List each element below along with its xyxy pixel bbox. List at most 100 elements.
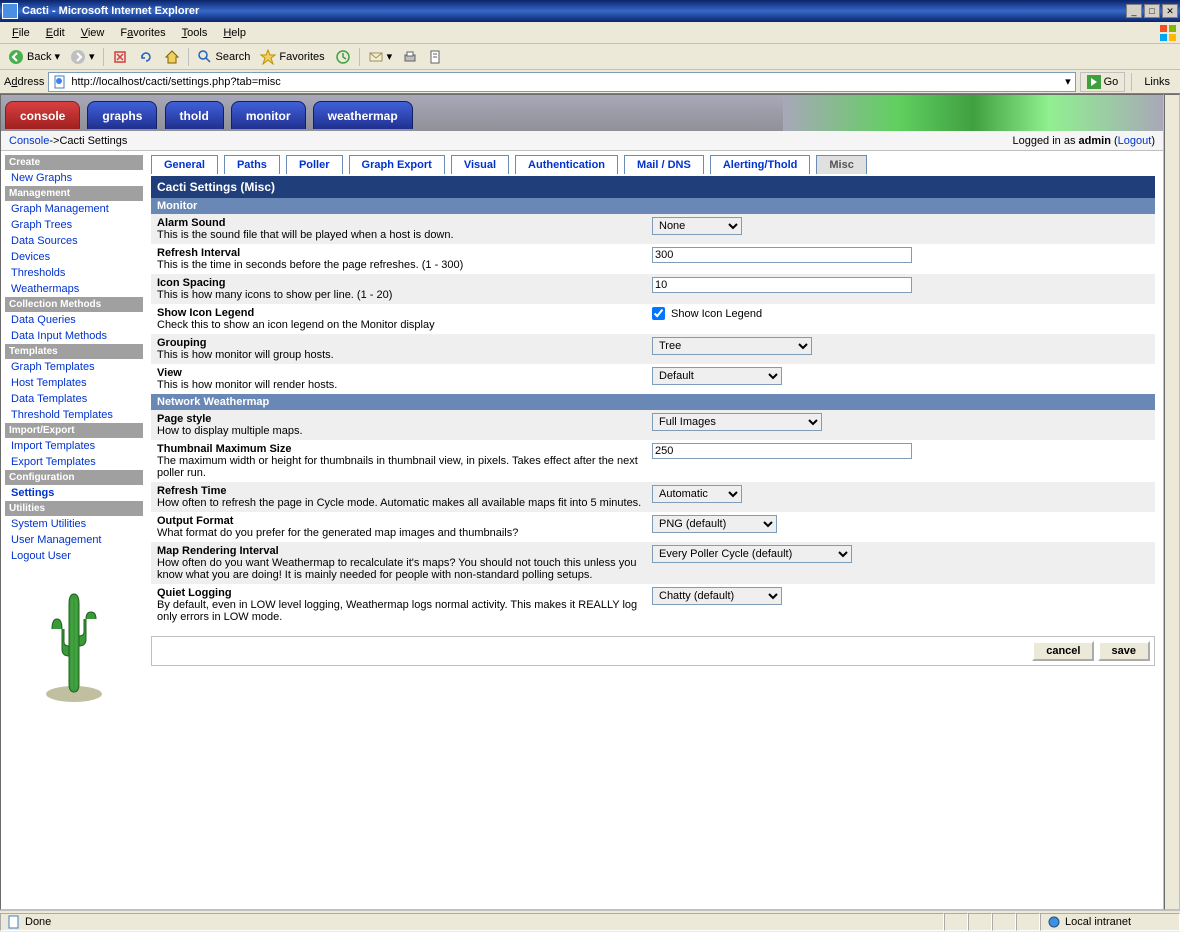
select-input[interactable]: Chatty (default) xyxy=(652,587,782,605)
sidebar-item[interactable]: Graph Trees xyxy=(5,217,143,233)
cancel-button[interactable]: cancel xyxy=(1032,641,1094,661)
setting-control: Full Images xyxy=(652,413,1149,431)
back-button[interactable]: Back ▾ xyxy=(4,47,64,67)
history-button[interactable] xyxy=(331,47,355,67)
go-button[interactable]: Go xyxy=(1080,72,1126,92)
sidebar-item[interactable]: Data Templates xyxy=(5,391,143,407)
text-input[interactable] xyxy=(652,443,912,459)
save-button[interactable]: save xyxy=(1098,641,1150,661)
mail-button[interactable]: ▾ xyxy=(364,47,397,67)
print-button[interactable] xyxy=(398,47,422,67)
menu-help[interactable]: Help xyxy=(215,25,254,41)
sidebar-link[interactable]: Threshold Templates xyxy=(11,409,113,421)
sidebar-item[interactable]: Data Input Methods xyxy=(5,328,143,344)
status-slot xyxy=(968,913,992,931)
minimize-button[interactable]: _ xyxy=(1126,4,1142,18)
setting-label: Show Icon LegendCheck this to show an ic… xyxy=(157,307,652,331)
select-input[interactable]: Every Poller Cycle (default) xyxy=(652,545,852,563)
sidebar-item[interactable]: Graph Management xyxy=(5,201,143,217)
setting-label: Quiet LoggingBy default, even in LOW lev… xyxy=(157,587,652,623)
settings-tab[interactable]: Graph Export xyxy=(349,155,445,174)
search-button[interactable]: Search xyxy=(193,47,255,67)
sidebar-item[interactable]: Logout User xyxy=(5,548,143,564)
sidebar-item[interactable]: User Management xyxy=(5,532,143,548)
tab-console[interactable]: console xyxy=(5,101,80,129)
settings-tab[interactable]: General xyxy=(151,155,218,174)
menu-favorites[interactable]: Favorites xyxy=(112,25,173,41)
settings-tab[interactable]: Poller xyxy=(286,155,343,174)
sidebar-item[interactable]: Data Sources xyxy=(5,233,143,249)
sidebar-link[interactable]: Settings xyxy=(11,487,54,499)
sidebar-link[interactable]: Graph Management xyxy=(11,203,109,215)
sidebar-link[interactable]: Import Templates xyxy=(11,440,95,452)
settings-tab[interactable]: Authentication xyxy=(515,155,618,174)
address-input[interactable]: http://localhost/cacti/settings.php?tab=… xyxy=(48,72,1075,92)
sidebar-link[interactable]: Export Templates xyxy=(11,456,96,468)
favorites-button[interactable]: Favorites xyxy=(256,47,328,67)
sidebar-link[interactable]: Devices xyxy=(11,251,50,263)
sidebar-link[interactable]: Graph Templates xyxy=(11,361,95,373)
checkbox-input[interactable] xyxy=(652,307,665,320)
select-input[interactable]: Default xyxy=(652,367,782,385)
select-input[interactable]: Tree xyxy=(652,337,812,355)
select-input[interactable]: None xyxy=(652,217,742,235)
refresh-button[interactable] xyxy=(134,47,158,67)
sidebar-item[interactable]: Weathermaps xyxy=(5,281,143,297)
sidebar-link[interactable]: System Utilities xyxy=(11,518,86,530)
sidebar-link[interactable]: Weathermaps xyxy=(11,283,79,295)
sidebar-item[interactable]: Host Templates xyxy=(5,375,143,391)
sidebar-link[interactable]: Graph Trees xyxy=(11,219,72,231)
sidebar-item[interactable]: Export Templates xyxy=(5,454,143,470)
cacti-top-tabs: console graphs thold monitor weathermap xyxy=(1,95,1163,131)
settings-tab[interactable]: Misc xyxy=(816,155,866,174)
tab-weathermap[interactable]: weathermap xyxy=(313,101,413,129)
close-button[interactable]: ✕ xyxy=(1162,4,1178,18)
edit-button[interactable] xyxy=(424,47,448,67)
settings-tab[interactable]: Mail / DNS xyxy=(624,155,704,174)
sidebar-link[interactable]: User Management xyxy=(11,534,102,546)
section-header: Monitor xyxy=(151,198,1155,214)
sidebar-link[interactable]: Data Queries xyxy=(11,314,76,326)
vertical-scrollbar[interactable] xyxy=(1164,94,1180,910)
settings-tab[interactable]: Visual xyxy=(451,155,509,174)
sidebar-item[interactable]: Import Templates xyxy=(5,438,143,454)
sidebar-item[interactable]: Settings xyxy=(5,485,143,501)
dropdown-arrow-icon[interactable]: ▾ xyxy=(1065,75,1071,88)
breadcrumb-console-link[interactable]: Console xyxy=(9,135,49,147)
tab-thold[interactable]: thold xyxy=(165,101,224,129)
maximize-button[interactable]: □ xyxy=(1144,4,1160,18)
select-input[interactable]: Full Images xyxy=(652,413,822,431)
menu-view[interactable]: View xyxy=(73,25,113,41)
stop-button[interactable] xyxy=(108,47,132,67)
sidebar-item[interactable]: Graph Templates xyxy=(5,359,143,375)
select-input[interactable]: Automatic xyxy=(652,485,742,503)
sidebar-item[interactable]: New Graphs xyxy=(5,170,143,186)
logout-link[interactable]: Logout xyxy=(1118,135,1152,147)
text-input[interactable] xyxy=(652,247,912,263)
tab-monitor[interactable]: monitor xyxy=(231,101,306,129)
sidebar-link[interactable]: Data Templates xyxy=(11,393,87,405)
forward-button[interactable]: ▾ xyxy=(66,47,99,67)
sidebar-link[interactable]: New Graphs xyxy=(11,172,72,184)
settings-tab[interactable]: Paths xyxy=(224,155,280,174)
text-input[interactable] xyxy=(652,277,912,293)
sidebar-item[interactable]: Devices xyxy=(5,249,143,265)
settings-tab[interactable]: Alerting/Thold xyxy=(710,155,811,174)
sidebar-link[interactable]: Thresholds xyxy=(11,267,65,279)
select-input[interactable]: PNG (default) xyxy=(652,515,777,533)
sidebar-item[interactable]: Data Queries xyxy=(5,312,143,328)
sidebar-link[interactable]: Host Templates xyxy=(11,377,87,389)
sidebar-item[interactable]: Thresholds xyxy=(5,265,143,281)
tab-graphs[interactable]: graphs xyxy=(87,101,157,129)
sidebar-link[interactable]: Data Sources xyxy=(11,235,78,247)
sidebar-item[interactable]: Threshold Templates xyxy=(5,407,143,423)
home-button[interactable] xyxy=(160,47,184,67)
sidebar-link[interactable]: Logout User xyxy=(11,550,71,562)
menu-tools[interactable]: Tools xyxy=(174,25,216,41)
toolbar: Back ▾ ▾ Search Favorites ▾ xyxy=(0,44,1180,70)
sidebar-item[interactable]: System Utilities xyxy=(5,516,143,532)
menu-file[interactable]: File xyxy=(4,25,38,41)
links-label[interactable]: Links xyxy=(1138,76,1176,88)
menu-edit[interactable]: Edit xyxy=(38,25,73,41)
sidebar-link[interactable]: Data Input Methods xyxy=(11,330,107,342)
